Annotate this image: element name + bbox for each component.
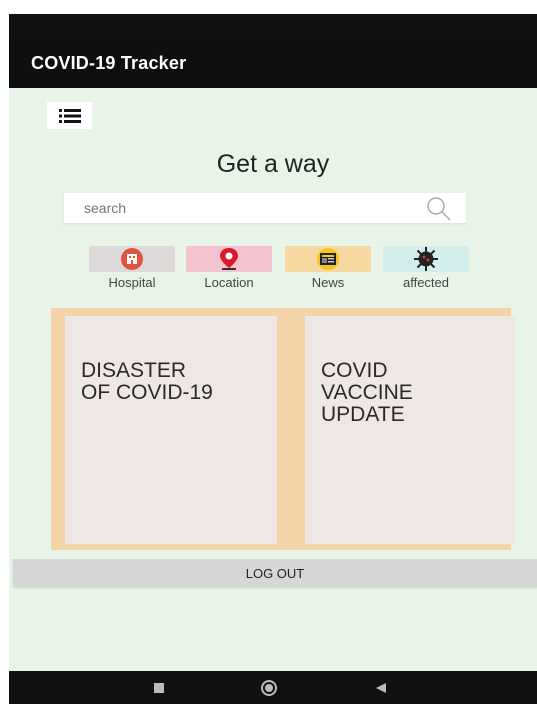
phone-screen: COVID-19 Tracker Get a way search Hospit… — [9, 14, 537, 704]
category-label-location: Location — [204, 275, 254, 290]
hospital-icon — [121, 248, 143, 270]
search-input[interactable] — [84, 200, 424, 216]
category-location[interactable]: Location — [186, 246, 272, 292]
card-title: DISASTER OF COVID-19 — [81, 359, 213, 405]
category-news[interactable]: News — [285, 246, 371, 292]
card-vaccine-update[interactable]: COVID VACCINE UPDATE — [305, 316, 515, 544]
list-menu-icon — [58, 108, 81, 123]
location-pin-icon — [220, 248, 238, 270]
back-triangle-icon — [376, 682, 386, 693]
system-nav-bar — [9, 671, 537, 704]
status-bar — [9, 14, 537, 38]
category-affected[interactable]: affected — [383, 246, 469, 292]
card-title: COVID VACCINE UPDATE — [321, 359, 413, 427]
virus-icon — [414, 247, 438, 271]
category-label-affected: affected — [402, 275, 450, 290]
recents-button[interactable] — [149, 671, 169, 704]
circle-home-icon — [261, 679, 277, 696]
category-row: Hospital Location News affected — [89, 246, 473, 292]
search-bar[interactable] — [64, 193, 466, 223]
page-heading: Get a way — [216, 150, 330, 178]
category-label-hospital: Hospital — [108, 275, 156, 290]
category-label-news: News — [311, 275, 345, 290]
category-hospital[interactable]: Hospital — [89, 246, 175, 292]
card-disaster[interactable]: DISASTER OF COVID-19 — [65, 316, 277, 544]
search-icon[interactable] — [424, 194, 452, 222]
home-button[interactable] — [257, 671, 281, 704]
news-icon — [317, 248, 339, 270]
cards-container: DISASTER OF COVID-19 COVID VACCINE UPDAT… — [51, 308, 515, 550]
square-icon — [154, 682, 164, 693]
logout-button[interactable]: LOG OUT — [13, 559, 537, 587]
app-title: COVID-19 Tracker — [31, 52, 187, 73]
app-bar: COVID-19 Tracker — [9, 38, 537, 88]
back-button[interactable] — [371, 671, 391, 704]
menu-button[interactable] — [47, 102, 92, 129]
